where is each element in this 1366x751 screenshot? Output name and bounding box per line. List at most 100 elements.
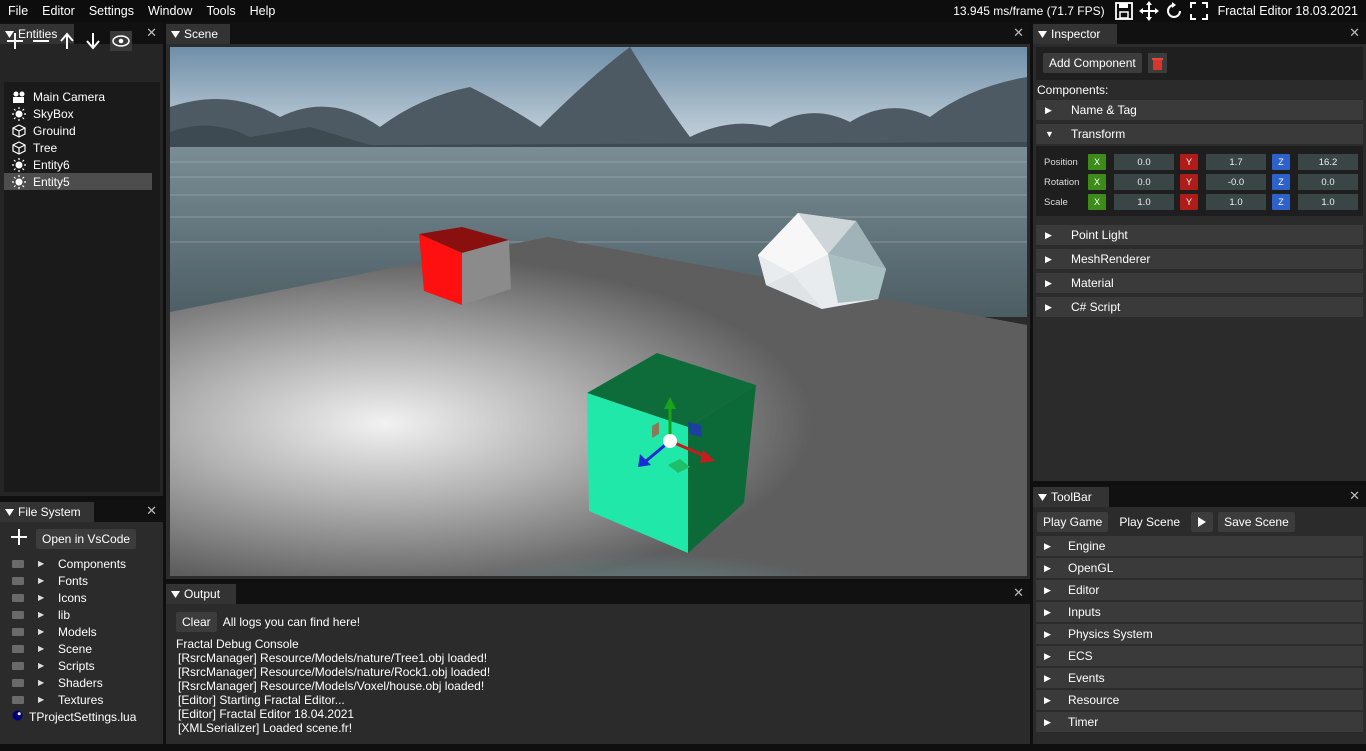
collapse-icon[interactable]	[1033, 30, 1051, 38]
collapse-icon[interactable]	[166, 590, 184, 598]
section-label: Editor	[1068, 583, 1100, 597]
rotation-z-field[interactable]: 0.0	[1298, 174, 1358, 190]
expand-icon[interactable]: ▶	[38, 576, 48, 585]
collapse-icon[interactable]	[166, 30, 184, 38]
folder-item[interactable]: ▶ Scripts	[4, 657, 159, 674]
expand-icon[interactable]: ▶	[38, 610, 48, 619]
list-item[interactable]: Main Camera	[4, 88, 152, 105]
menu-editor[interactable]: Editor	[34, 0, 81, 22]
play-icon[interactable]	[1191, 512, 1214, 532]
scale-z-field[interactable]: 1.0	[1298, 194, 1358, 210]
save-scene-button[interactable]: Save Scene	[1218, 512, 1295, 532]
rotation-x-field[interactable]: 0.0	[1114, 174, 1174, 190]
expand-icon[interactable]: ▶	[38, 678, 48, 687]
section-csharp-script[interactable]: ▶ C# Script	[1036, 297, 1363, 317]
tab-output[interactable]: Output	[166, 584, 236, 604]
section-name-tag[interactable]: ▶ Name & Tag	[1036, 100, 1363, 120]
menu-help[interactable]: Help	[242, 0, 282, 22]
folder-item[interactable]: ▶ Shaders	[4, 674, 159, 691]
remove-entity-icon[interactable]	[32, 32, 50, 50]
move-up-icon[interactable]	[58, 32, 76, 50]
delete-entity-icon[interactable]	[1148, 53, 1167, 73]
expand-icon[interactable]: ▶	[38, 661, 48, 670]
folder-item[interactable]: ▶ Icons	[4, 589, 159, 606]
close-icon[interactable]: ✕	[146, 503, 157, 519]
section-engine[interactable]: ▶ Engine	[1036, 536, 1363, 556]
expand-icon[interactable]: ▶	[38, 695, 48, 704]
section-mesh-renderer[interactable]: ▶ MeshRenderer	[1036, 249, 1363, 269]
list-item-selected[interactable]: Entity5	[4, 173, 152, 190]
add-file-icon[interactable]	[10, 528, 28, 549]
folder-item[interactable]: ▶ lib	[4, 606, 159, 623]
expand-icon[interactable]: ▶	[38, 559, 48, 568]
scale-icon[interactable]	[1188, 0, 1210, 22]
folder-icon	[12, 678, 24, 687]
folder-item[interactable]: ▶ Fonts	[4, 572, 159, 589]
folder-label: Scripts	[58, 658, 95, 673]
clear-button[interactable]: Clear	[176, 612, 217, 632]
menu-window[interactable]: Window	[140, 0, 198, 22]
section-inputs[interactable]: ▶ Inputs	[1036, 602, 1363, 622]
tab-toolbar[interactable]: ToolBar	[1033, 487, 1109, 507]
move-icon[interactable]	[1138, 0, 1160, 22]
list-item[interactable]: Tree	[4, 139, 152, 156]
collapse-icon[interactable]	[0, 508, 18, 516]
open-vscode-button[interactable]: Open in VsCode	[36, 528, 137, 549]
section-resource[interactable]: ▶ Resource	[1036, 690, 1363, 710]
visibility-eye-icon[interactable]	[110, 31, 132, 51]
rotation-y-field[interactable]: -0.0	[1206, 174, 1266, 190]
section-editor[interactable]: ▶ Editor	[1036, 580, 1363, 600]
move-down-icon[interactable]	[84, 32, 102, 50]
scene-viewport[interactable]	[170, 47, 1027, 576]
row-label: Rotation	[1044, 176, 1080, 188]
section-point-light[interactable]: ▶ Point Light	[1036, 225, 1363, 245]
expand-icon[interactable]: ▶	[38, 593, 48, 602]
file-item[interactable]: TProjectSettings.lua	[4, 708, 159, 725]
editor-title: Fractal Editor 18.03.2021	[1217, 4, 1358, 18]
section-timer[interactable]: ▶ Timer	[1036, 712, 1363, 732]
folder-label: lib	[58, 607, 71, 622]
close-icon[interactable]: ✕	[1349, 25, 1360, 41]
folder-label: Scene	[58, 641, 93, 656]
folder-item[interactable]: ▶ Scene	[4, 640, 159, 657]
section-transform[interactable]: ▼ Transform	[1036, 124, 1363, 144]
scale-y-field[interactable]: 1.0	[1206, 194, 1266, 210]
expand-icon[interactable]: ▶	[38, 627, 48, 636]
menu-settings[interactable]: Settings	[81, 0, 140, 22]
section-physics-system[interactable]: ▶ Physics System	[1036, 624, 1363, 644]
tab-scene[interactable]: Scene	[166, 24, 230, 44]
position-x-field[interactable]: 0.0	[1114, 154, 1174, 170]
list-item[interactable]: SkyBox	[4, 105, 152, 122]
add-component-button[interactable]: Add Component	[1043, 53, 1142, 73]
tab-inspector[interactable]: Inspector	[1033, 24, 1117, 44]
close-icon[interactable]: ✕	[146, 25, 157, 41]
position-y-field[interactable]: 1.7	[1206, 154, 1266, 170]
folder-item[interactable]: ▶ Components	[4, 555, 159, 572]
row-label: Position	[1044, 156, 1078, 168]
rotate-icon[interactable]	[1163, 0, 1185, 22]
folder-item[interactable]: ▶ Textures	[4, 691, 159, 708]
section-events[interactable]: ▶ Events	[1036, 668, 1363, 688]
list-item[interactable]: Grouind	[4, 122, 152, 139]
save-icon[interactable]	[1113, 0, 1135, 22]
menu-tools[interactable]: Tools	[198, 0, 241, 22]
tab-filesystem[interactable]: File System	[0, 502, 94, 522]
list-item[interactable]: Entity6	[4, 156, 152, 173]
expand-icon[interactable]: ▶	[38, 644, 48, 653]
scale-x-field[interactable]: 1.0	[1114, 194, 1174, 210]
play-game-button[interactable]: Play Game	[1037, 512, 1109, 532]
section-material[interactable]: ▶ Material	[1036, 273, 1363, 293]
section-ecs[interactable]: ▶ ECS	[1036, 646, 1363, 666]
close-icon[interactable]: ✕	[1349, 488, 1360, 504]
section-label: C# Script	[1071, 300, 1121, 314]
position-z-field[interactable]: 16.2	[1298, 154, 1358, 170]
close-icon[interactable]: ✕	[1013, 585, 1024, 601]
log-line: [RsrcManager] Resource/Models/nature/Tre…	[178, 651, 488, 665]
folder-item[interactable]: ▶ Models	[4, 623, 159, 640]
close-icon[interactable]: ✕	[1013, 25, 1024, 41]
collapse-icon[interactable]	[1033, 493, 1051, 501]
section-opengl[interactable]: ▶ OpenGL	[1036, 558, 1363, 578]
add-entity-icon[interactable]	[6, 32, 24, 50]
menu-file[interactable]: File	[0, 0, 34, 22]
play-scene-button[interactable]: Play Scene	[1113, 512, 1187, 532]
